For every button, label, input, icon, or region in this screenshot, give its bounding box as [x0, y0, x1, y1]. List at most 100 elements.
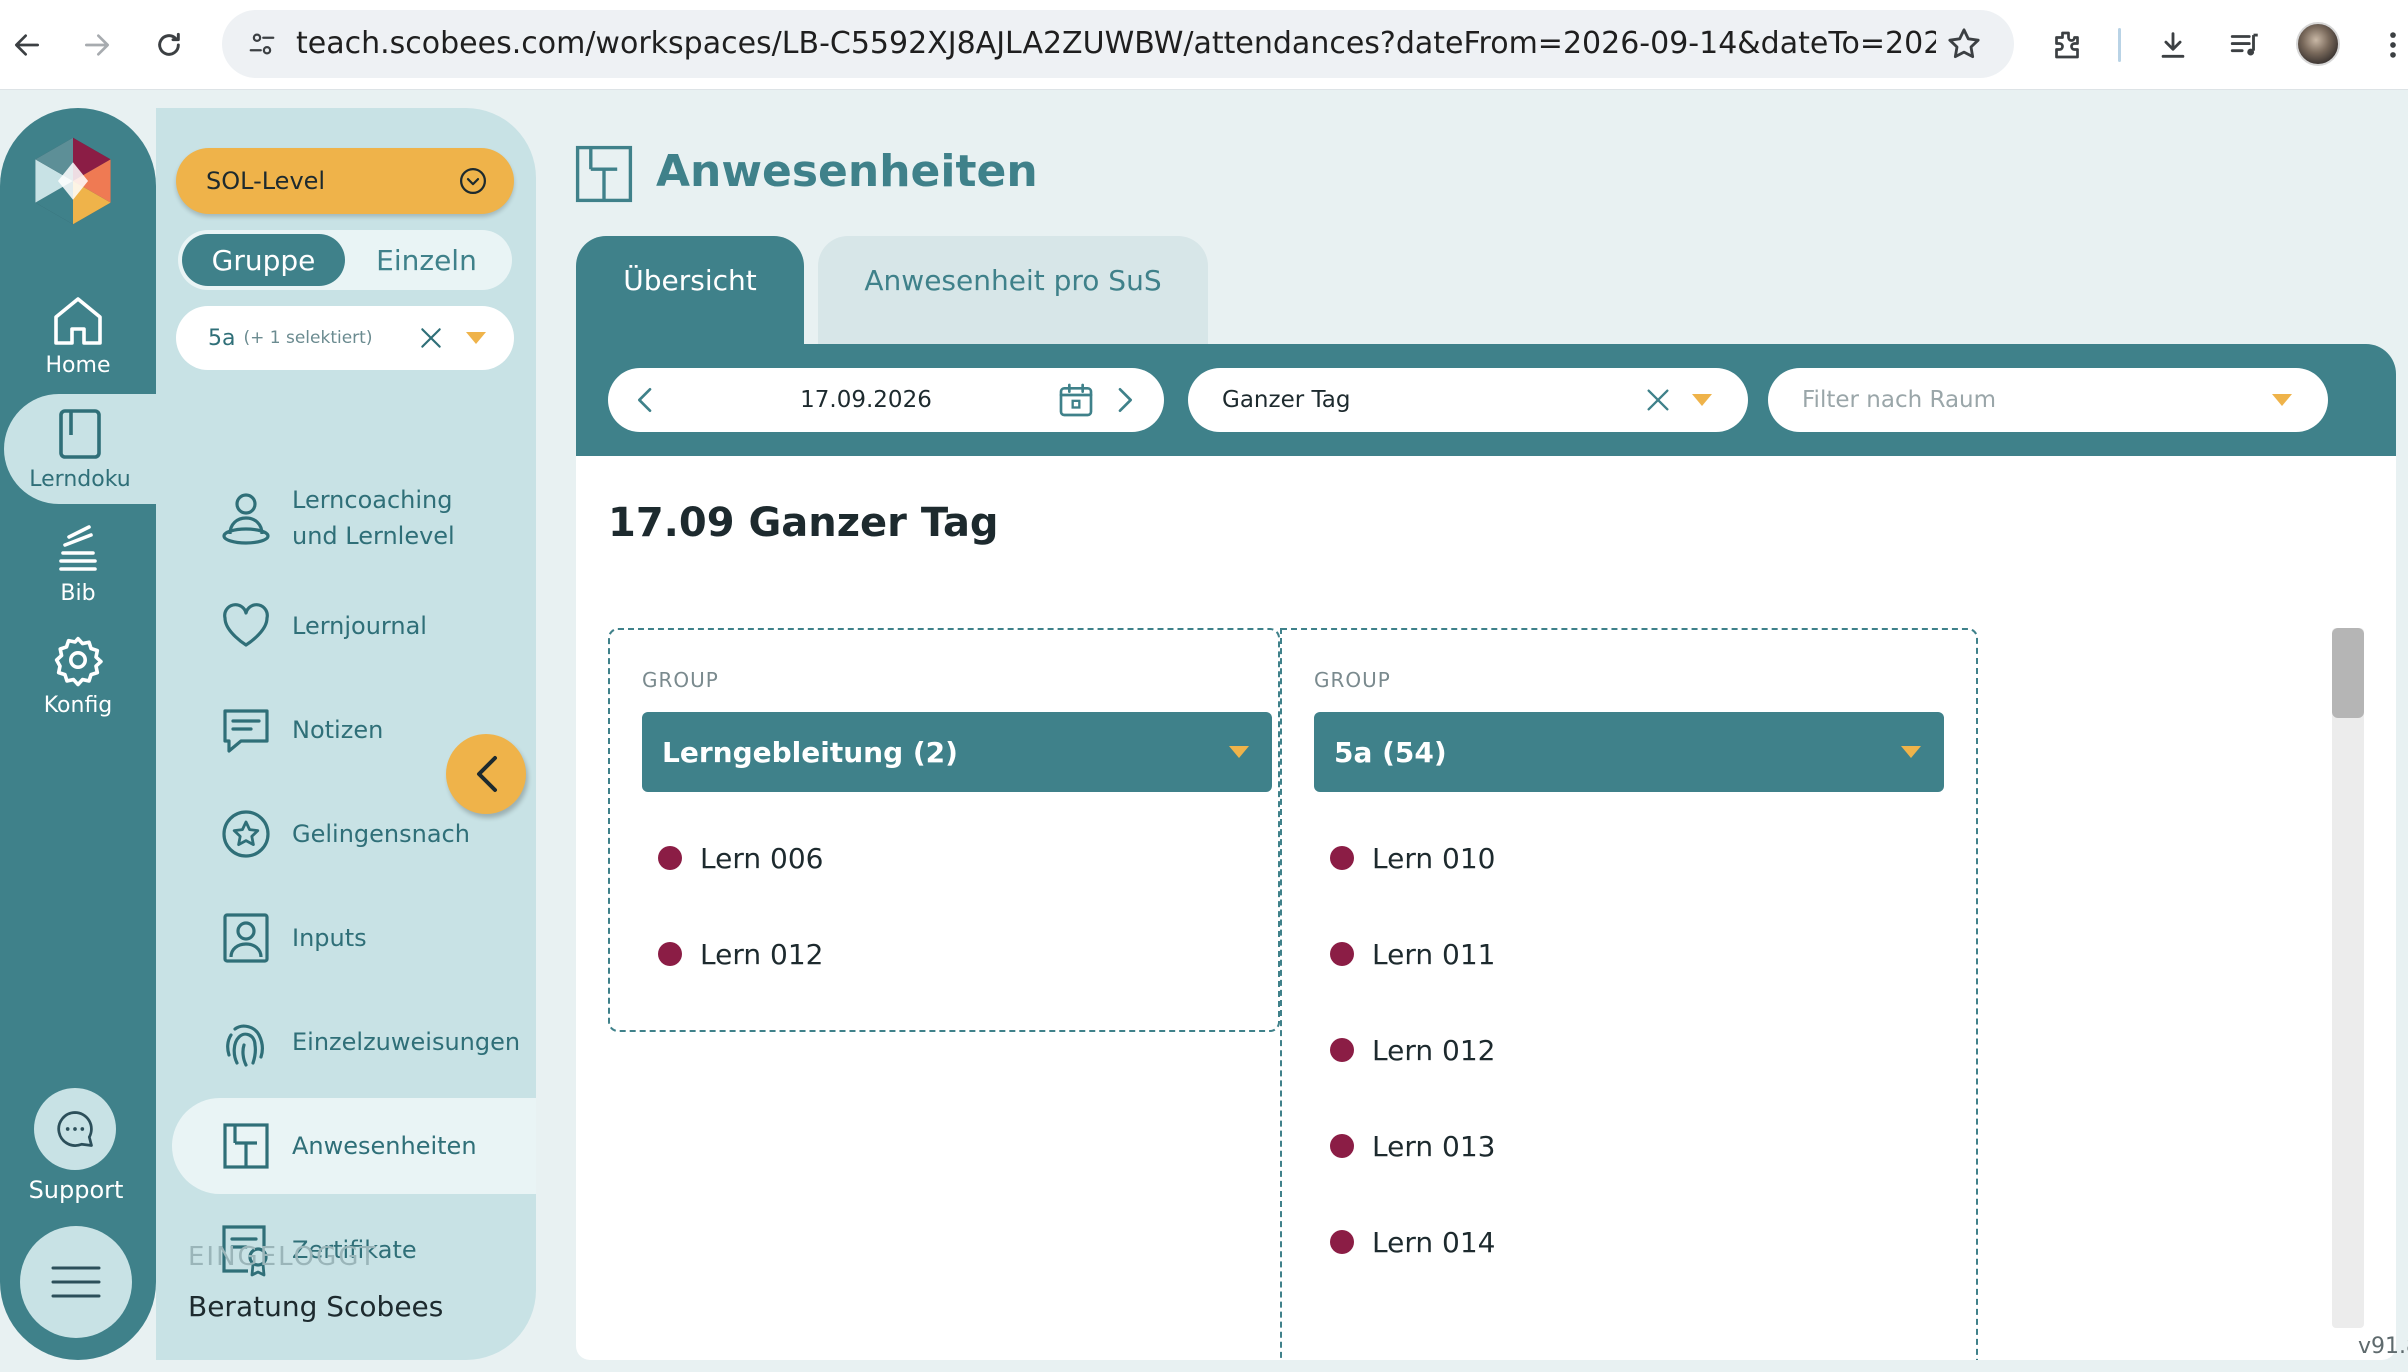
url-text[interactable]: teach.scobees.com/workspaces/LB-C5592XJ8…	[296, 10, 1936, 78]
support-label: Support	[28, 1176, 124, 1204]
reload-icon[interactable]	[146, 22, 192, 68]
bookmark-star-icon[interactable]	[1944, 24, 1984, 64]
heart-icon	[218, 598, 274, 654]
toggle-group[interactable]: Gruppe	[182, 234, 345, 286]
clear-icon[interactable]	[416, 323, 446, 353]
student-name: Lern 012	[700, 937, 824, 971]
sol-level-button[interactable]: SOL-Level	[176, 148, 514, 214]
status-dot	[1330, 1230, 1354, 1254]
room-filter-placeholder: Filter nach Raum	[1802, 387, 1997, 413]
support-button[interactable]	[34, 1088, 116, 1170]
nav-item-label: Lernjournal	[292, 612, 427, 640]
chevron-circle-icon	[460, 168, 486, 194]
clear-icon[interactable]	[1642, 384, 1674, 416]
status-dot	[1330, 1134, 1354, 1158]
group-column: GROUP Lerngebleitung (2) Lern 006 Lern 0…	[608, 628, 1280, 1032]
media-queue-icon[interactable]	[2222, 22, 2268, 68]
profile-avatar[interactable]	[2296, 22, 2340, 66]
version-label: v91.8	[2358, 1334, 2408, 1359]
tab-attendance-per-student[interactable]: Anwesenheit pro SuS	[818, 236, 1208, 344]
student-item[interactable]: Lern 010	[1330, 838, 1495, 878]
student-name: Lern 006	[700, 841, 824, 875]
status-dot	[1330, 846, 1354, 870]
group-select[interactable]: 5a (+ 1 selektiert)	[176, 306, 514, 370]
nav-item-label: Inputs	[292, 924, 367, 952]
rail-item-konfig[interactable]: Konfig	[0, 620, 156, 730]
rail-item-lerndoku[interactable]: Lerndoku	[4, 394, 156, 504]
tab-overview[interactable]: Übersicht	[576, 236, 804, 344]
nav-item-label: Anwesenheiten	[292, 1132, 477, 1160]
group-name: Lerngebleitung (2)	[662, 735, 958, 769]
caret-down-icon	[1226, 739, 1252, 765]
page-title: Anwesenheiten	[656, 146, 1038, 197]
forward-icon[interactable]	[74, 22, 120, 68]
scobees-logo-icon[interactable]	[26, 134, 120, 228]
caret-down-icon[interactable]	[464, 326, 488, 350]
group-dropdown[interactable]: 5a (54)	[1314, 712, 1944, 792]
site-settings-icon[interactable]	[240, 22, 284, 66]
rail-item-bib[interactable]: Bib	[0, 508, 156, 618]
filter-toolbar: 17.09.2026 Ganzer Tag Filter nach Raum	[576, 344, 2396, 456]
extensions-icon[interactable]	[2044, 22, 2090, 68]
caret-down-icon[interactable]	[1690, 388, 1714, 412]
toggle-single[interactable]: Einzeln	[345, 234, 508, 286]
group-label: GROUP	[642, 668, 719, 692]
rail-item-label: Konfig	[43, 692, 113, 718]
rail-item-home[interactable]: Home	[0, 280, 156, 390]
collapse-sidebar-button[interactable]	[446, 734, 526, 814]
status-dot	[658, 846, 682, 870]
logged-in-label: EINGELOGGT	[188, 1242, 378, 1272]
status-dot	[658, 942, 682, 966]
student-item[interactable]: Lern 013	[1330, 1126, 1495, 1166]
download-icon[interactable]	[2150, 22, 2196, 68]
date-picker[interactable]: 17.09.2026	[608, 368, 1164, 432]
user-card-icon	[218, 910, 274, 966]
scrollbar-track[interactable]	[2332, 628, 2364, 1328]
nav-item-anwesenheiten[interactable]: Anwesenheiten	[172, 1098, 536, 1194]
nav-item-lernjournal[interactable]: Lernjournal	[172, 578, 536, 674]
time-select-value: Ganzer Tag	[1222, 387, 1351, 413]
nav-item-lerncoaching[interactable]: Lerncoaching und Lernlevel	[172, 462, 536, 574]
more-menu-icon[interactable]	[2370, 22, 2408, 68]
scrollbar-thumb[interactable]	[2332, 628, 2364, 718]
student-item[interactable]: Lern 014	[1330, 1222, 1495, 1262]
group-select-extra: (+ 1 selektiert)	[243, 328, 373, 348]
fingerprint-icon	[218, 1014, 274, 1070]
books-icon	[59, 524, 97, 571]
address-bar[interactable]: teach.scobees.com/workspaces/LB-C5592XJ8…	[222, 10, 2014, 78]
nav-item-label: Einzelzuweisungen	[292, 1028, 521, 1056]
menu-button[interactable]	[20, 1226, 132, 1338]
rail-item-label: Lerndoku	[29, 466, 131, 492]
caret-down-icon	[1898, 739, 1924, 765]
student-name: Lern 012	[1372, 1033, 1496, 1067]
nav-item-einzelzuweisungen[interactable]: Einzelzuweisungen	[172, 994, 536, 1090]
chevron-right-icon[interactable]	[1108, 384, 1140, 416]
back-icon[interactable]	[4, 22, 50, 68]
room-filter-select[interactable]: Filter nach Raum	[1768, 368, 2328, 432]
status-dot	[1330, 1038, 1354, 1062]
calendar-icon[interactable]	[1056, 380, 1096, 420]
attendance-icon	[574, 144, 634, 204]
student-name: Lern 013	[1372, 1129, 1496, 1163]
nav-item-label: Lerncoaching und Lernlevel	[292, 486, 455, 550]
student-item[interactable]: Lern 012	[1330, 1030, 1495, 1070]
content-title: 17.09 Ganzer Tag	[608, 500, 999, 546]
student-item[interactable]: Lern 006	[658, 838, 823, 878]
nav-item-inputs[interactable]: Inputs	[172, 890, 536, 986]
nav-item-label: Gelingensnach	[292, 820, 470, 848]
student-name: Lern 011	[1372, 937, 1496, 971]
star-badge-icon	[218, 806, 274, 862]
hamburger-icon	[51, 1266, 101, 1298]
caret-down-icon[interactable]	[2270, 388, 2294, 412]
time-select[interactable]: Ganzer Tag	[1188, 368, 1748, 432]
chevron-left-icon	[477, 756, 497, 792]
rail-item-label: Home	[45, 352, 111, 378]
group-dropdown[interactable]: Lerngebleitung (2)	[642, 712, 1272, 792]
chat-bubble-icon	[57, 1111, 93, 1147]
group-select-value: 5a	[208, 325, 236, 351]
sol-level-label: SOL-Level	[206, 167, 326, 195]
student-item[interactable]: Lern 011	[1330, 934, 1495, 974]
attendance-icon	[218, 1118, 274, 1174]
gear-icon	[54, 636, 103, 686]
student-item[interactable]: Lern 012	[658, 934, 823, 974]
